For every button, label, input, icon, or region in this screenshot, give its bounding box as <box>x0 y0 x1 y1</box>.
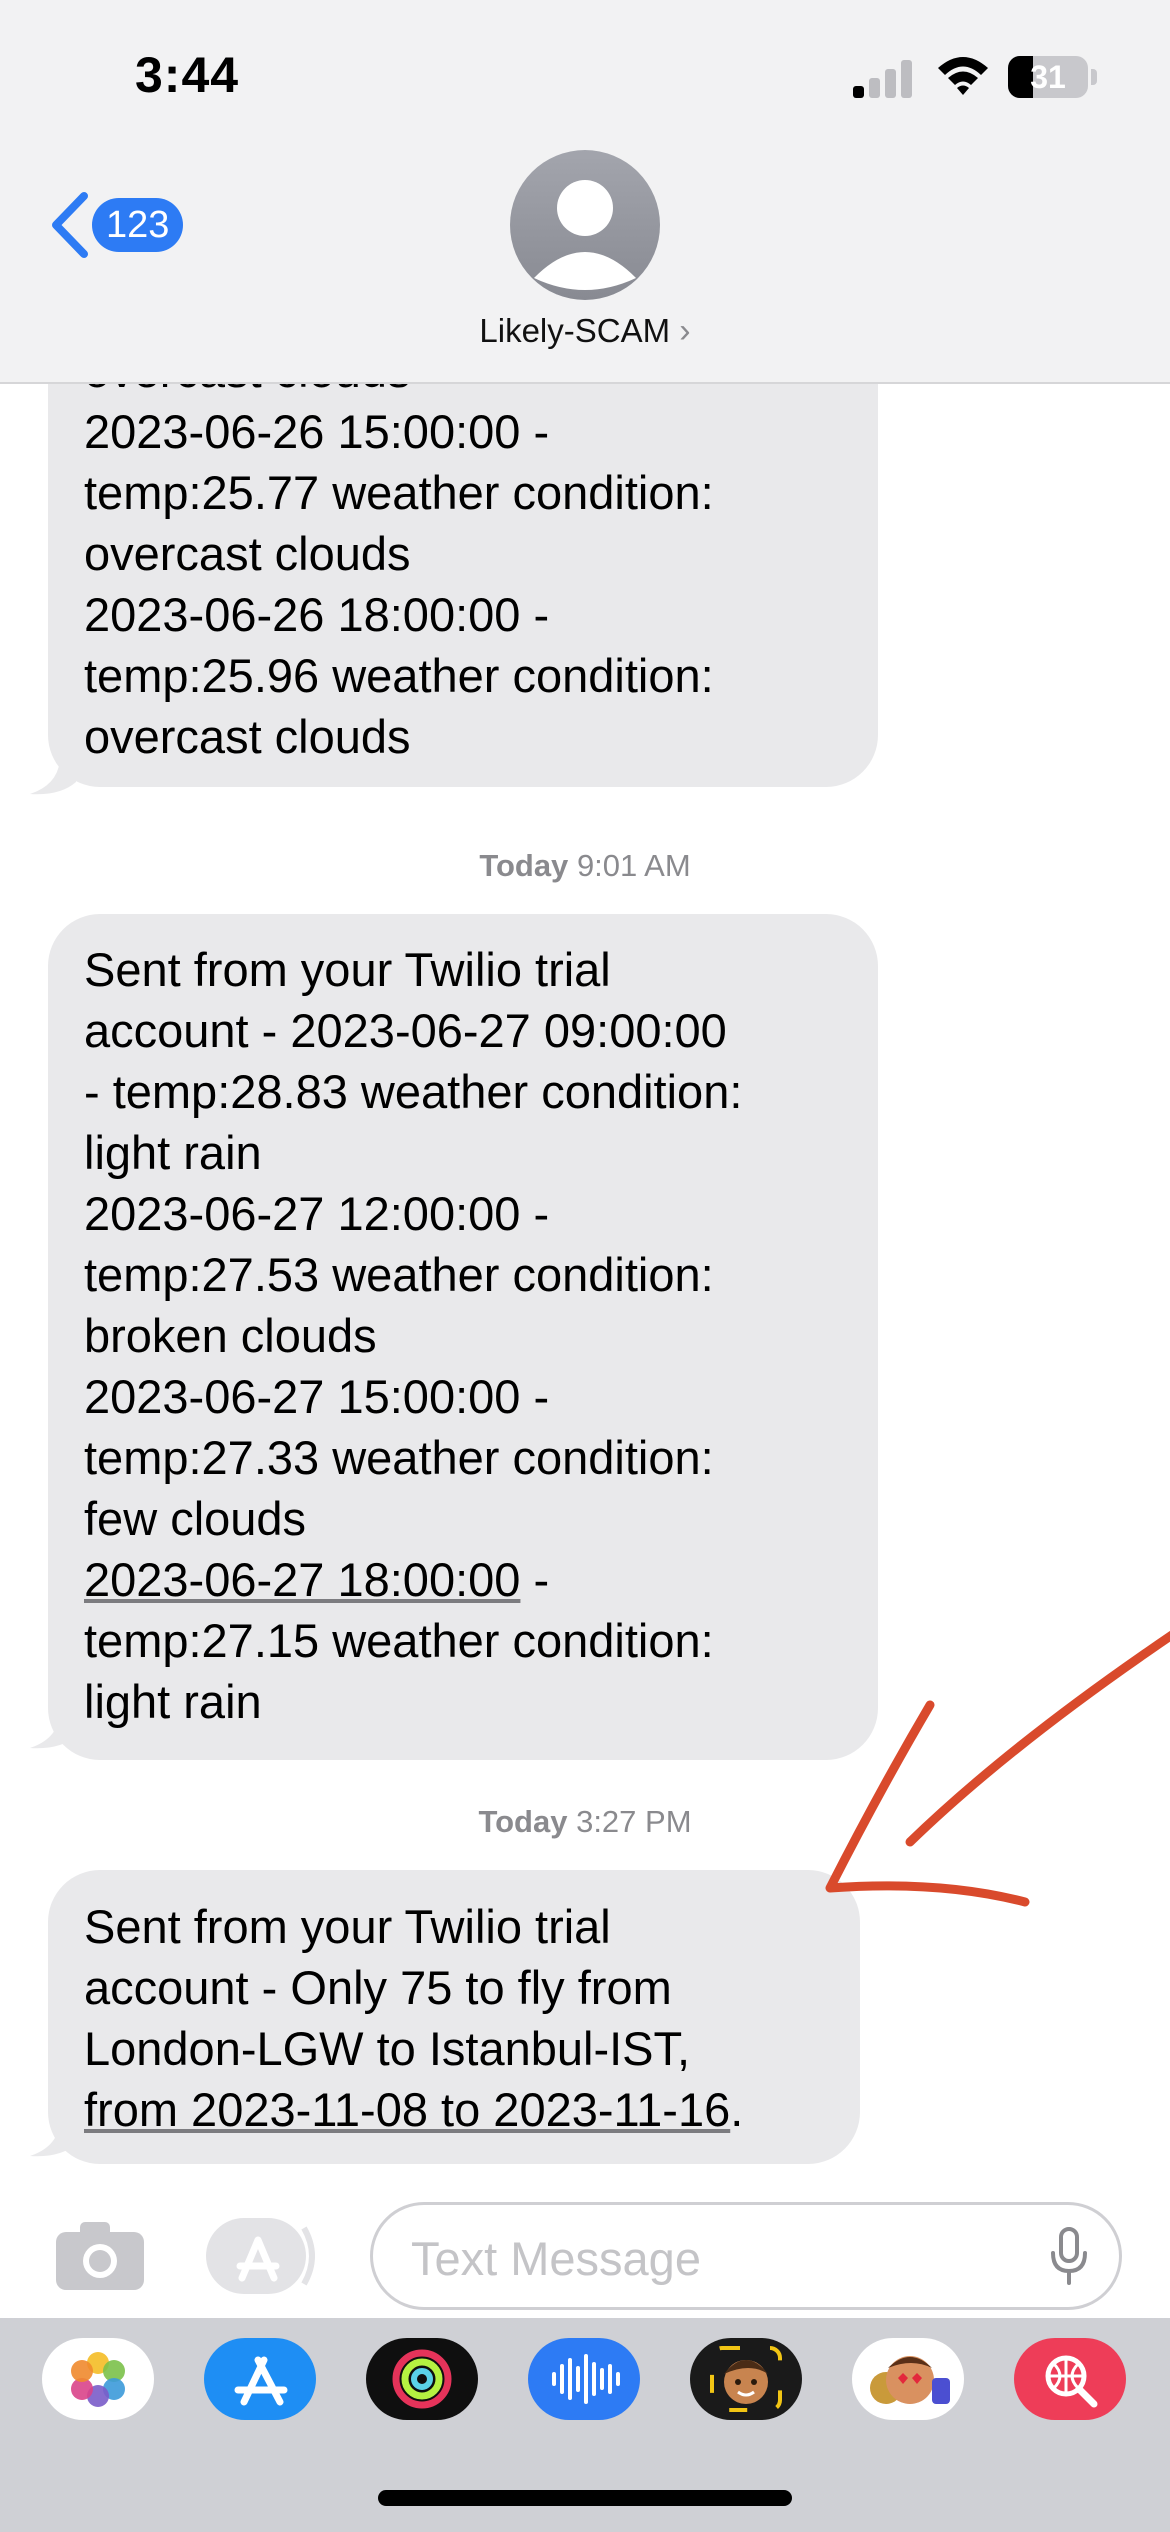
memoji-icon[interactable] <box>690 2338 802 2420</box>
message-line: overcast clouds <box>84 710 411 763</box>
contact-name[interactable]: Likely-SCAM › <box>0 312 1170 351</box>
imessage-app-tray <box>0 2318 1170 2532</box>
message-line: London-LGW to Istanbul-IST, <box>84 2022 691 2075</box>
person-silhouette-icon <box>534 180 636 290</box>
text-message-input[interactable] <box>409 2219 1013 2297</box>
text-message-field[interactable] <box>370 2202 1122 2310</box>
message-line: Sent from your Twilio trial <box>84 1900 611 1953</box>
message-line: - temp:28.83 weather condition: <box>84 1065 743 1118</box>
message-line: account - 2023-06-27 09:00:00 <box>84 1004 727 1057</box>
message-composer <box>0 2168 1170 2318</box>
message-line: temp:27.15 weather condition: <box>84 1614 714 1667</box>
home-indicator[interactable] <box>378 2490 792 2506</box>
status-time: 3:44 <box>135 47 240 103</box>
message-line: 2023-06-26 15:00:00 - <box>84 405 550 458</box>
message-line: light rain <box>84 1126 262 1179</box>
message-line: 2023-06-26 18:00:00 - <box>84 588 550 641</box>
unread-count-badge[interactable]: 123 <box>92 198 184 252</box>
cellular-signal-icon <box>853 58 913 98</box>
bubble-tail <box>30 756 76 795</box>
message-line: temp:25.96 weather condition: <box>84 649 714 702</box>
animoji-stickers-icon[interactable] <box>852 2338 964 2420</box>
search-web-icon[interactable] <box>1014 2338 1126 2420</box>
wifi-icon <box>938 57 988 95</box>
message-line: temp:25.77 weather condition: <box>84 466 714 519</box>
message-line: overcast clouds <box>84 527 411 580</box>
voice-memos-icon[interactable] <box>528 2338 640 2420</box>
message-line: broken clouds <box>84 1309 377 1362</box>
timestamp-divider: Today 9:01 AM <box>479 848 691 883</box>
date-range-link[interactable]: from 2023-11-08 to 2023-11-16 <box>84 2083 730 2136</box>
battery-icon: 31 <box>1008 56 1088 98</box>
message-line: Sent from your Twilio trial <box>84 943 611 996</box>
message-line: light rain <box>84 1675 262 1728</box>
battery-tip <box>1091 69 1097 85</box>
camera-icon[interactable] <box>54 2220 146 2292</box>
battery-level: 31 <box>1030 59 1066 95</box>
message-line: from 2023-11-08 to 2023-11-16. <box>84 2083 744 2136</box>
message-line: few clouds <box>84 1492 307 1545</box>
chevron-right-icon: › <box>679 312 691 350</box>
message-bubble-weather-0627[interactable]: Sent from your Twilio trial account - 20… <box>48 914 878 1760</box>
timestamp-divider: Today 3:27 PM <box>478 1804 692 1839</box>
message-bubble-flight-offer[interactable]: Sent from your Twilio trial account - On… <box>48 1870 860 2164</box>
conversation-header: 3:44 31 123 Likely-SCAM › <box>0 0 1170 384</box>
message-line: 2023-06-27 18:00:00 - <box>84 1553 550 1606</box>
message-line: account - Only 75 to fly from <box>84 1961 672 2014</box>
message-line: 2023-06-27 12:00:00 - <box>84 1187 550 1240</box>
date-link[interactable]: 2023-06-27 18:00:00 <box>84 1553 520 1606</box>
back-chevron-icon[interactable] <box>48 192 92 258</box>
app-store-apps-icon[interactable] <box>206 2218 318 2294</box>
message-bubble-weather-0626[interactable]: overcast clouds 2023-06-26 15:00:00 - te… <box>48 318 878 787</box>
message-line: temp:27.33 weather condition: <box>84 1431 714 1484</box>
photos-icon[interactable] <box>42 2338 154 2420</box>
microphone-icon[interactable] <box>1049 2227 1089 2287</box>
bubble-tail <box>30 1710 76 1749</box>
bubble-tail <box>30 2118 76 2157</box>
message-line: temp:27.53 weather condition: <box>84 1248 714 1301</box>
message-line: 2023-06-27 15:00:00 - <box>84 1370 550 1423</box>
contact-avatar[interactable] <box>510 150 660 300</box>
app-store-icon[interactable] <box>204 2338 316 2420</box>
fitness-icon[interactable] <box>366 2338 478 2420</box>
